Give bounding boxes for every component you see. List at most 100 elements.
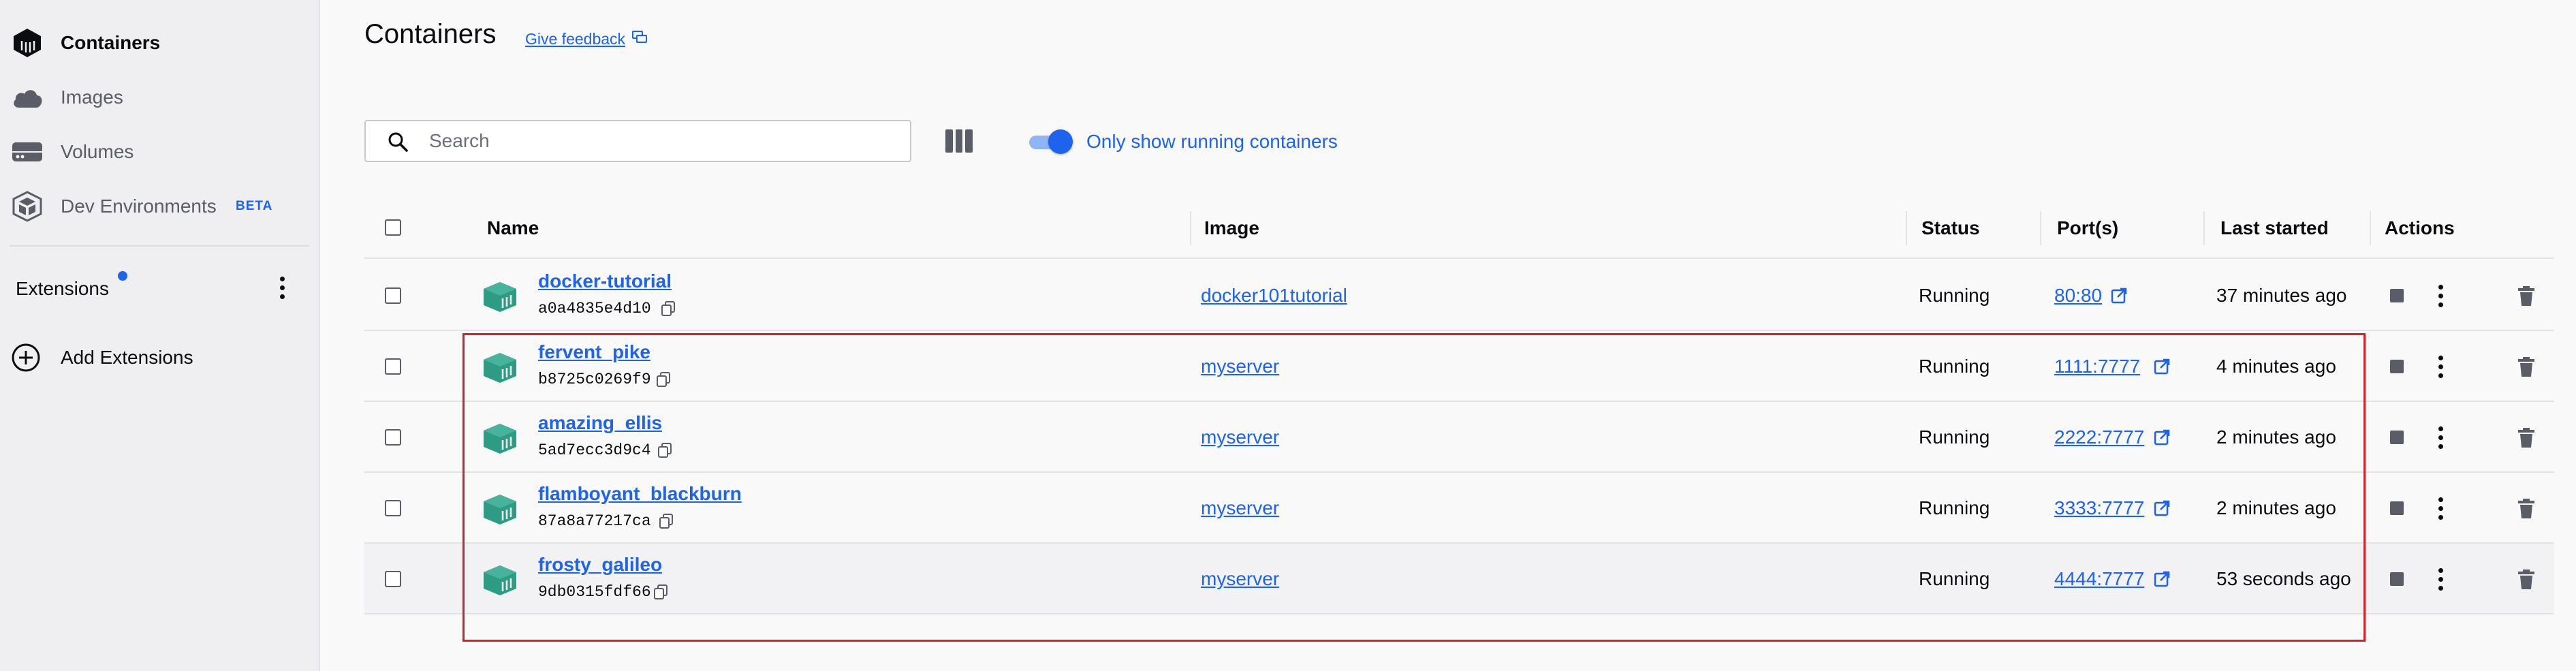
- port-link[interactable]: 3333:7777: [2054, 497, 2144, 519]
- search-box[interactable]: [364, 120, 911, 162]
- sidebar-item-label: Images: [61, 87, 123, 108]
- plus-circle-icon: [11, 343, 41, 373]
- page-title: Containers: [364, 19, 497, 49]
- sidebar-item-containers[interactable]: Containers: [0, 17, 319, 69]
- column-separator: [2040, 211, 2041, 245]
- more-options-icon[interactable]: [2437, 356, 2444, 379]
- column-header-last-started[interactable]: Last started: [2220, 198, 2329, 259]
- port-link[interactable]: 4444:7777: [2054, 568, 2144, 590]
- container-name-link[interactable]: amazing_ellis: [538, 412, 662, 434]
- last-started-text: 2 minutes ago: [2216, 426, 2336, 448]
- image-link[interactable]: myserver: [1201, 426, 1279, 448]
- sidebar-item-label: Containers: [61, 32, 161, 53]
- volume-drive-icon: [10, 134, 45, 170]
- column-header-status[interactable]: Status: [1921, 198, 1980, 259]
- port-link[interactable]: 1111:7777: [2054, 356, 2140, 377]
- sidebar-item-dev-environments[interactable]: Dev Environments BETA: [0, 181, 319, 232]
- table-row[interactable]: flamboyant_blackburn 87a8a77217ca myserv…: [364, 473, 2554, 544]
- more-options-icon[interactable]: [2437, 426, 2444, 450]
- external-link-icon[interactable]: [2154, 500, 2170, 516]
- stop-icon[interactable]: [2390, 431, 2404, 444]
- row-checkbox[interactable]: [385, 429, 401, 446]
- container-name-link[interactable]: flamboyant_blackburn: [538, 483, 742, 505]
- external-link-icon[interactable]: [2154, 429, 2170, 446]
- stop-icon[interactable]: [2390, 360, 2404, 373]
- container-icon: [484, 353, 516, 383]
- add-extensions-label: Add Extensions: [61, 347, 193, 368]
- copy-icon[interactable]: [661, 301, 675, 316]
- column-separator: [2370, 211, 2371, 245]
- external-link-icon[interactable]: [2154, 358, 2170, 375]
- column-header-actions: Actions: [2385, 217, 2455, 238]
- columns-view-icon[interactable]: [945, 129, 973, 153]
- sidebar-divider: [10, 245, 309, 247]
- stop-icon[interactable]: [2390, 289, 2404, 302]
- stop-icon[interactable]: [2390, 572, 2404, 586]
- extensions-menu-icon[interactable]: [279, 277, 285, 299]
- port-link[interactable]: 2222:7777: [2054, 426, 2144, 448]
- search-input[interactable]: [429, 127, 899, 155]
- last-started-text: 4 minutes ago: [2216, 356, 2336, 377]
- status-text: Running: [1919, 285, 1990, 306]
- row-checkbox[interactable]: [385, 500, 401, 516]
- container-id: 87a8a77217ca: [538, 512, 651, 530]
- add-extensions-button[interactable]: Add Extensions: [0, 332, 319, 383]
- row-checkbox[interactable]: [385, 571, 401, 587]
- column-separator: [2203, 211, 2205, 245]
- sidebar-item-label: Dev Environments: [61, 196, 217, 217]
- container-id: b8725c0269f9: [538, 371, 651, 388]
- trash-icon[interactable]: [2517, 569, 2535, 590]
- extensions-label: Extensions: [16, 278, 109, 299]
- trash-icon[interactable]: [2517, 499, 2535, 519]
- cloud-icon: [10, 80, 45, 115]
- table-row[interactable]: fervent_pike b8725c0269f9 myserver Runni…: [364, 331, 2554, 402]
- last-started-text: 37 minutes ago: [2216, 285, 2347, 306]
- give-feedback-link[interactable]: Give feedback: [525, 30, 648, 48]
- containers-icon: [10, 25, 45, 61]
- notification-dot: [118, 271, 127, 281]
- more-options-icon[interactable]: [2437, 568, 2444, 591]
- table-row[interactable]: frosty_galileo 9db0315fdf66 myserver Run…: [364, 544, 2554, 614]
- copy-icon[interactable]: [654, 584, 667, 599]
- running-containers-toggle[interactable]: [1029, 129, 1073, 154]
- row-checkbox[interactable]: [385, 358, 401, 375]
- container-name-link[interactable]: frosty_galileo: [538, 554, 662, 576]
- container-name-link[interactable]: fervent_pike: [538, 341, 650, 363]
- trash-icon[interactable]: [2517, 428, 2535, 448]
- column-header-image[interactable]: Image: [1204, 198, 1259, 259]
- port-link[interactable]: 80:80: [2054, 285, 2102, 307]
- trash-icon[interactable]: [2517, 357, 2535, 377]
- sidebar-item-volumes[interactable]: Volumes: [0, 126, 319, 178]
- container-name-link[interactable]: docker-tutorial: [538, 270, 672, 292]
- image-link[interactable]: myserver: [1201, 497, 1279, 519]
- sidebar-item-images[interactable]: Images: [0, 72, 319, 123]
- table-row[interactable]: amazing_ellis 5ad7ecc3d9c4 myserver Runn…: [364, 402, 2554, 473]
- sidebar: Containers Images Volumes Dev Environmen…: [0, 0, 320, 671]
- copy-icon[interactable]: [659, 514, 673, 529]
- trash-icon[interactable]: [2517, 286, 2535, 307]
- container-id: a0a4835e4d10: [538, 300, 651, 317]
- column-separator: [1906, 211, 1907, 245]
- container-icon: [484, 565, 516, 595]
- more-options-icon[interactable]: [2437, 497, 2444, 520]
- toggle-knob: [1048, 129, 1073, 154]
- select-all-checkbox[interactable]: [385, 219, 401, 236]
- image-link[interactable]: myserver: [1201, 356, 1279, 377]
- dev-environments-icon: [10, 189, 45, 224]
- image-link[interactable]: docker101tutorial: [1201, 285, 1347, 307]
- last-started-text: 2 minutes ago: [2216, 497, 2336, 518]
- column-header-ports[interactable]: Port(s): [2057, 198, 2118, 259]
- column-header-name[interactable]: Name: [487, 198, 539, 259]
- external-link-icon[interactable]: [2111, 287, 2127, 304]
- copy-icon[interactable]: [657, 372, 670, 387]
- copy-icon[interactable]: [658, 443, 672, 458]
- more-options-icon[interactable]: [2437, 285, 2444, 308]
- status-text: Running: [1919, 568, 1990, 589]
- table-row[interactable]: docker-tutorial a0a4835e4d10 docker101tu…: [364, 260, 2554, 331]
- external-link-icon[interactable]: [2154, 571, 2170, 587]
- search-icon: [388, 131, 408, 152]
- image-link[interactable]: myserver: [1201, 568, 1279, 590]
- container-icon: [484, 282, 516, 312]
- stop-icon[interactable]: [2390, 501, 2404, 515]
- row-checkbox[interactable]: [385, 287, 401, 304]
